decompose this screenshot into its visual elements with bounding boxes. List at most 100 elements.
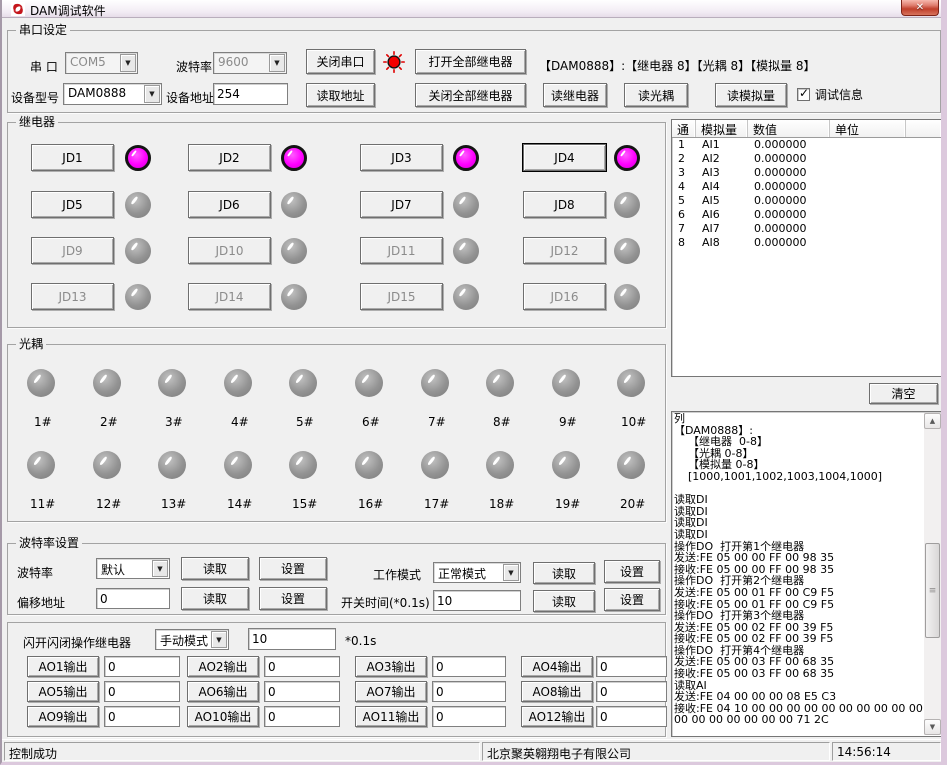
close-icon: ✕ [916, 2, 924, 13]
col-value[interactable]: 数值 [748, 120, 830, 137]
ao12-output-button[interactable]: AO12输出 [521, 706, 593, 727]
ao11-value-input[interactable] [432, 706, 506, 727]
port-select[interactable]: COM5 ▼ [65, 52, 138, 74]
switch-time-input[interactable] [433, 590, 521, 611]
opto-indicator-17 [421, 451, 449, 479]
model-select[interactable]: DAM0888 ▼ [63, 83, 162, 105]
ao4-output-button[interactable]: AO4输出 [521, 656, 593, 677]
debug-log-text[interactable]: 列 【DAM0888】: 【继电器 0-8】 【光耦 0-8】 【模拟量 0-8… [674, 413, 924, 735]
baudrate-select[interactable]: 默认 ▼ [96, 558, 170, 579]
ao2-output-button[interactable]: AO2输出 [187, 656, 259, 677]
status-time: 14:56:14 [832, 742, 941, 761]
relay-button-jd5[interactable]: JD5 [31, 191, 114, 218]
scroll-up-icon[interactable]: ▲ [924, 413, 941, 429]
baud-read-button[interactable]: 读取 [181, 557, 249, 580]
relay-button-jd11[interactable]: JD11 [360, 237, 443, 264]
close-button[interactable]: ✕ [901, 0, 939, 16]
read-analog-button[interactable]: 读模拟量 [715, 83, 787, 107]
opto-label-1: 1# [34, 415, 52, 429]
relay-button-jd7[interactable]: JD7 [360, 191, 443, 218]
relay-button-jd6[interactable]: JD6 [188, 191, 271, 218]
clear-log-button[interactable]: 清空 [869, 383, 938, 404]
ao12-value-input[interactable] [596, 706, 667, 727]
chevron-down-icon[interactable]: ▼ [144, 85, 160, 103]
chevron-down-icon[interactable]: ▼ [211, 631, 227, 648]
scrollbar-thumb[interactable]: ≡ [925, 543, 940, 638]
relay-button-jd3[interactable]: JD3 [360, 144, 443, 171]
col-channel[interactable]: 通 [672, 120, 696, 137]
app-window: DAM调试软件 ✕ 串口设定 串 口 COM5 ▼ 波特率 9600 ▼ 关闭串… [0, 0, 947, 765]
ao3-value-input[interactable] [432, 656, 506, 677]
work-mode-read-button[interactable]: 读取 [533, 562, 595, 584]
offset-addr-input[interactable] [96, 588, 170, 609]
chevron-down-icon[interactable]: ▼ [503, 564, 519, 581]
ao6-value-input[interactable] [264, 681, 340, 702]
relay-button-jd2[interactable]: JD2 [188, 144, 271, 171]
offset-set-button[interactable]: 设置 [259, 587, 327, 610]
close-port-button[interactable]: 关闭串口 [306, 49, 375, 74]
ao1-value-input[interactable] [104, 656, 180, 677]
status-company: 北京聚英翱翔电子有限公司 [482, 742, 830, 761]
relay-button-jd12[interactable]: JD12 [523, 237, 606, 264]
offset-read-button[interactable]: 读取 [181, 587, 249, 610]
ao1-output-button[interactable]: AO1输出 [27, 656, 99, 677]
opto-group-legend: 光耦 [16, 337, 46, 351]
debug-info-checkbox[interactable]: 调试信息 [797, 86, 863, 103]
work-mode-select[interactable]: 正常模式 ▼ [433, 562, 521, 583]
relay-button-jd8[interactable]: JD8 [523, 191, 606, 218]
close-all-relays-button[interactable]: 关闭全部继电器 [415, 83, 526, 107]
ao3-output-button[interactable]: AO3输出 [355, 656, 427, 677]
ao6-output-button[interactable]: AO6输出 [187, 681, 259, 702]
chevron-down-icon[interactable]: ▼ [152, 560, 168, 577]
ao5-value-input[interactable] [104, 681, 180, 702]
debug-log[interactable]: 列 【DAM0888】: 【继电器 0-8】 【光耦 0-8】 【模拟量 0-8… [671, 411, 943, 737]
read-opto-button[interactable]: 读光耦 [624, 83, 688, 107]
read-relay-button[interactable]: 读继电器 [543, 83, 607, 107]
ao7-value-input[interactable] [432, 681, 506, 702]
ao7-output-button[interactable]: AO7输出 [355, 681, 427, 702]
opto-indicator-5 [289, 369, 317, 397]
flash-time-input[interactable] [248, 628, 336, 650]
col-unit[interactable]: 单位 [830, 120, 906, 137]
ao2-value-input[interactable] [264, 656, 340, 677]
relay-button-jd10[interactable]: JD10 [188, 237, 271, 264]
ao8-value-input[interactable] [596, 681, 667, 702]
device-addr-input[interactable] [213, 83, 288, 105]
port-label: 串 口 [30, 58, 58, 75]
baud-set-button[interactable]: 设置 [259, 557, 327, 580]
log-scrollbar[interactable]: ▲ ≡ ▼ [924, 413, 941, 735]
opto-indicator-3 [158, 369, 186, 397]
open-all-relays-button[interactable]: 打开全部继电器 [415, 49, 526, 74]
switch-time-read-button[interactable]: 读取 [533, 590, 595, 612]
relay-button-jd1[interactable]: JD1 [31, 144, 114, 171]
opto-label-14: 14# [227, 497, 252, 511]
ao9-output-button[interactable]: AO9输出 [27, 706, 99, 727]
relay-button-jd13[interactable]: JD13 [31, 283, 114, 310]
ao8-output-button[interactable]: AO8输出 [521, 681, 593, 702]
ao11-output-button[interactable]: AO11输出 [355, 706, 427, 727]
opto-indicator-6 [355, 369, 383, 397]
chevron-down-icon[interactable]: ▼ [269, 54, 285, 72]
scroll-down-icon[interactable]: ▼ [924, 719, 941, 735]
ao10-value-input[interactable] [264, 706, 340, 727]
device-info-label: 【DAM0888】:【继电器 8】【光耦 8】【模拟量 8】 [539, 57, 816, 74]
col-analog[interactable]: 模拟量 [696, 120, 748, 137]
ao9-value-input[interactable] [104, 706, 180, 727]
read-addr-button[interactable]: 读取地址 [306, 83, 375, 107]
ao5-output-button[interactable]: AO5输出 [27, 681, 99, 702]
relay-button-jd15[interactable]: JD15 [360, 283, 443, 310]
relay-button-jd4[interactable]: JD4 [523, 144, 606, 171]
ao10-output-button[interactable]: AO10输出 [187, 706, 259, 727]
work-mode-value: 正常模式 [438, 565, 486, 582]
flash-unit-label: *0.1s [345, 634, 376, 648]
relay-button-jd14[interactable]: JD14 [188, 283, 271, 310]
flash-mode-select[interactable]: 手动模式 ▼ [155, 629, 229, 650]
relay-button-jd9[interactable]: JD9 [31, 237, 114, 264]
relay-button-jd16[interactable]: JD16 [523, 283, 606, 310]
baud-select[interactable]: 9600 ▼ [213, 52, 287, 74]
chevron-down-icon[interactable]: ▼ [120, 54, 136, 72]
work-mode-set-button[interactable]: 设置 [604, 560, 660, 583]
switch-time-set-button[interactable]: 设置 [604, 588, 660, 611]
ao4-value-input[interactable] [596, 656, 667, 677]
opto-label-20: 20# [620, 497, 645, 511]
